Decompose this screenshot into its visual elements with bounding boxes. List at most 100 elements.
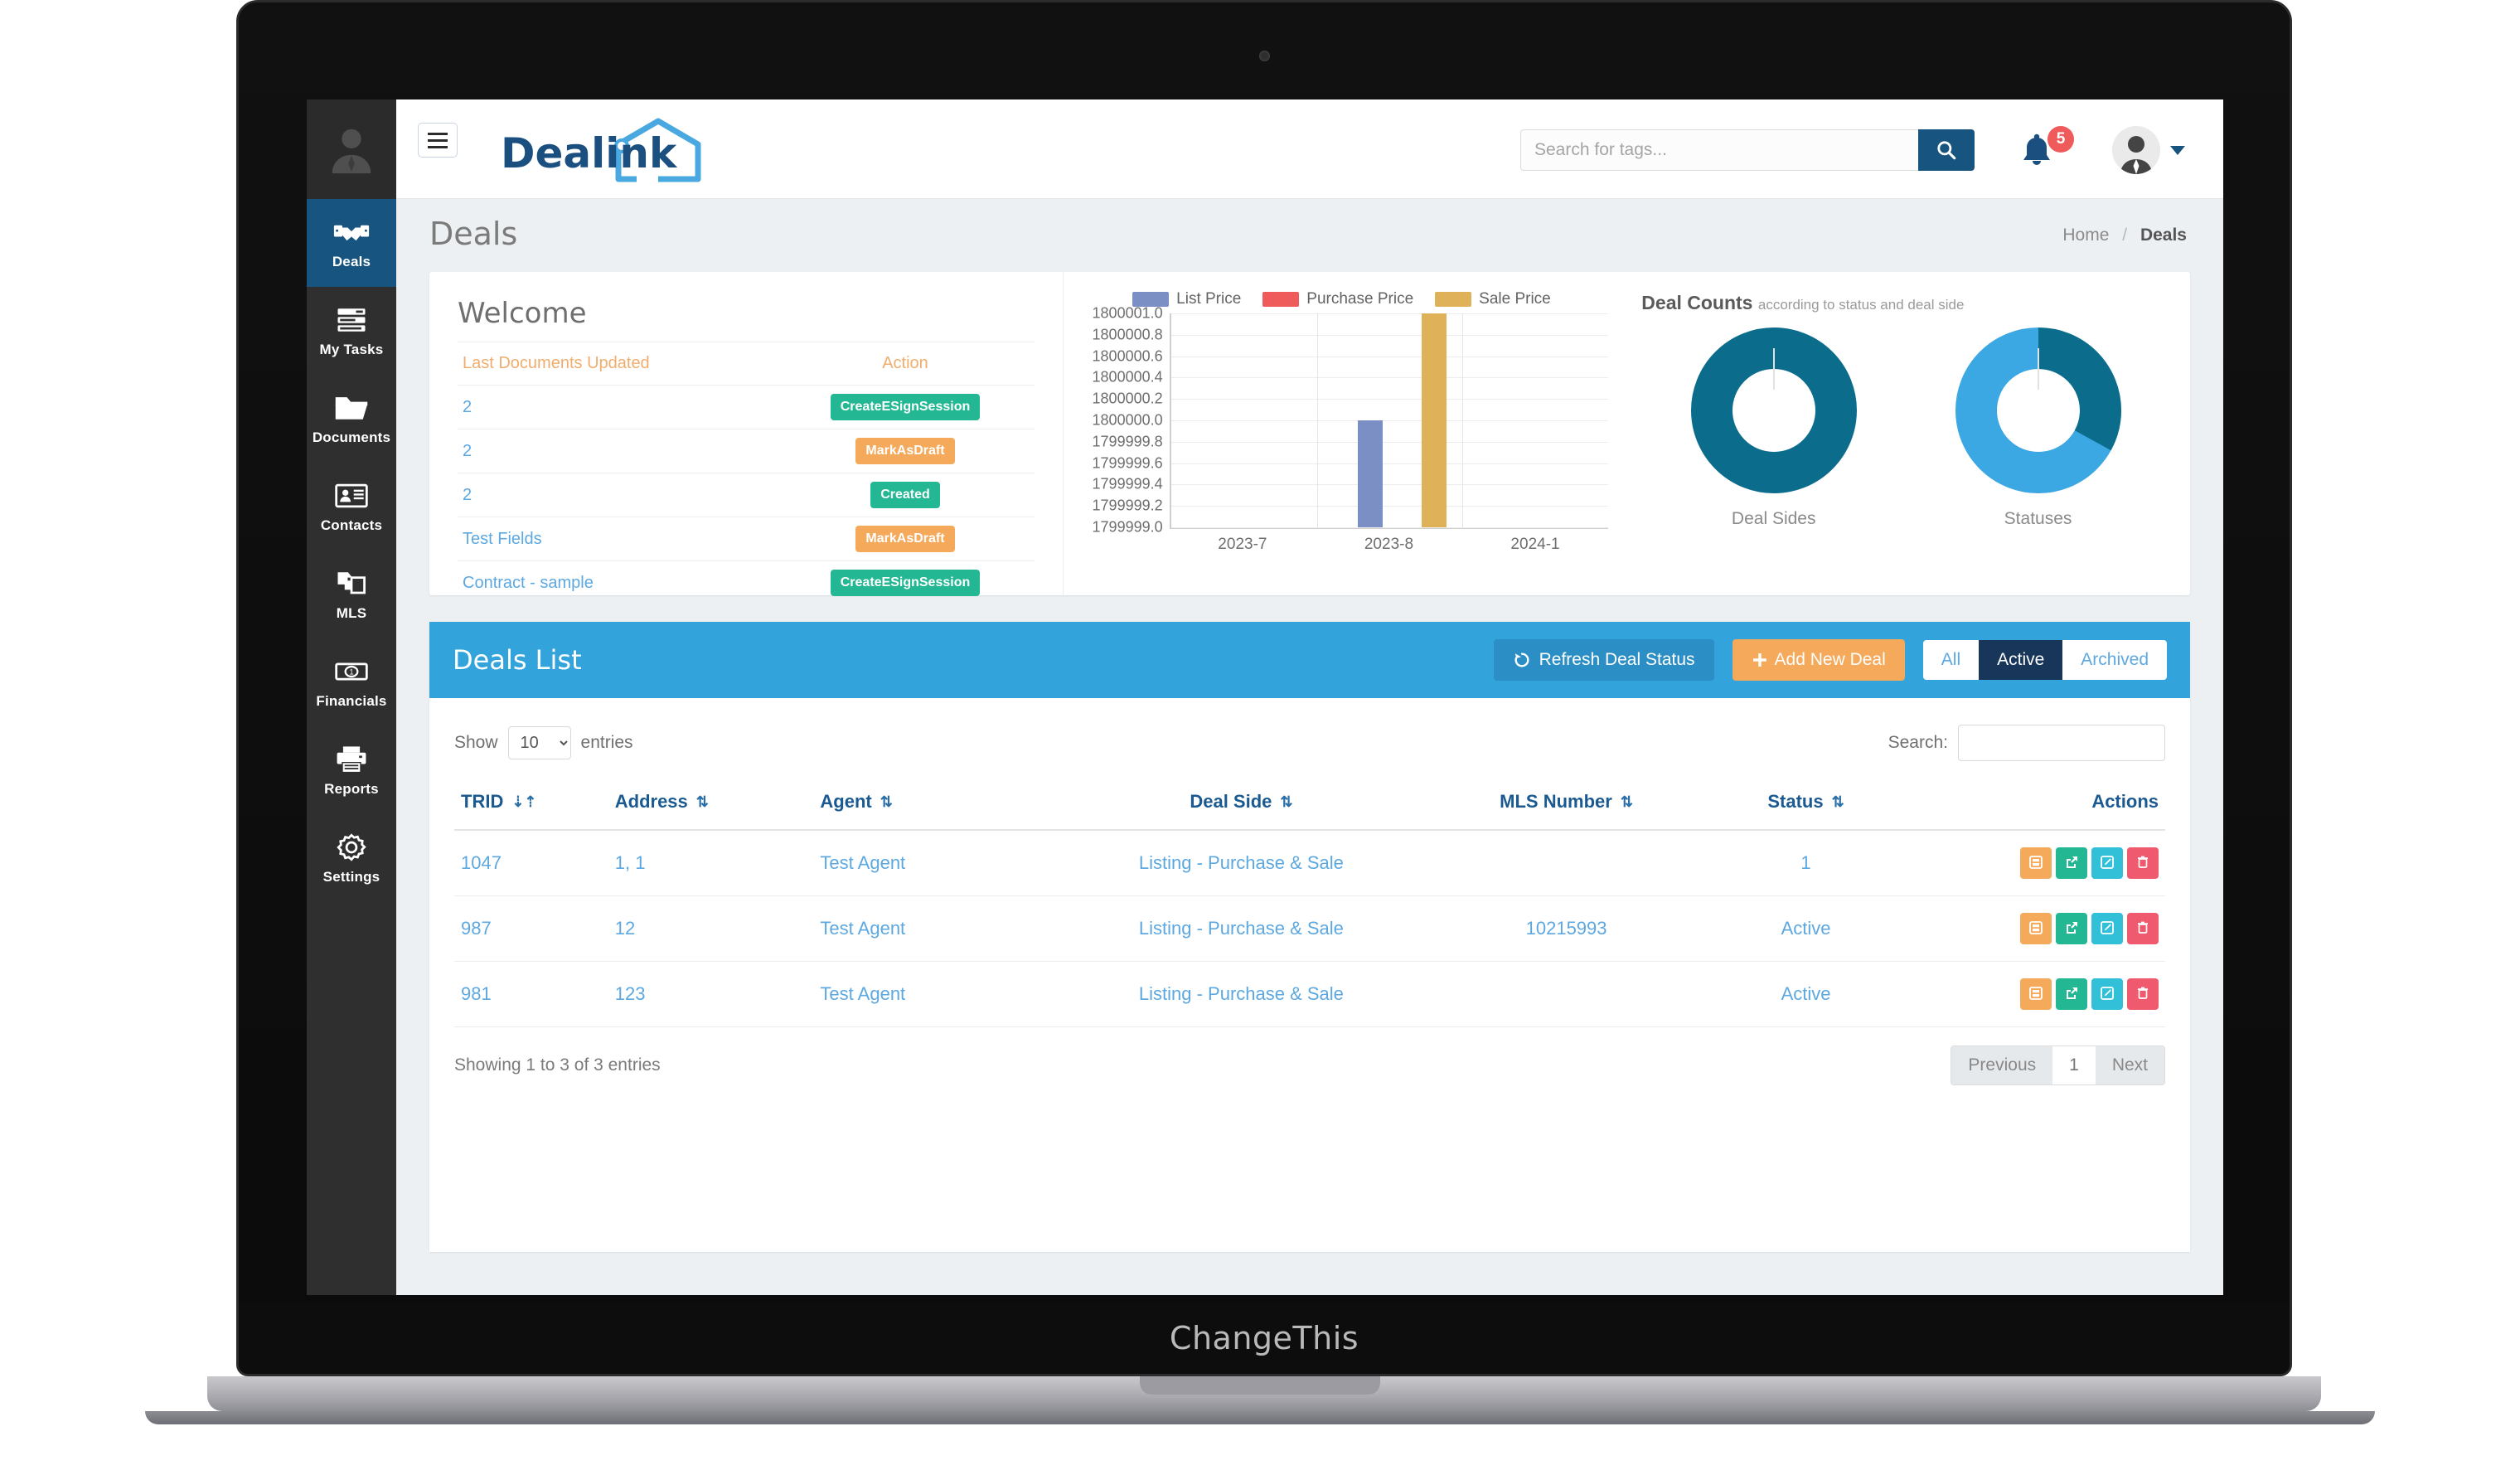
column-header-mls-number[interactable]: MLS Number ⇅ bbox=[1429, 778, 1703, 831]
sidebar-item-label: Documents bbox=[312, 429, 391, 445]
deal-side-cell[interactable]: Listing - Purchase & Sale bbox=[1053, 961, 1430, 1027]
sidebar-item-contacts[interactable]: Contacts bbox=[307, 463, 396, 551]
edit-button[interactable] bbox=[2091, 847, 2123, 879]
filter-archived-button[interactable]: Archived bbox=[2062, 640, 2167, 680]
add-new-deal-button[interactable]: Add New Deal bbox=[1732, 639, 1905, 681]
hamburger-icon[interactable] bbox=[418, 123, 458, 158]
action-badge[interactable]: CreateESignSession bbox=[830, 394, 981, 420]
edit-button[interactable] bbox=[2091, 978, 2123, 1010]
action-badge[interactable]: CreateESignSession bbox=[830, 570, 981, 596]
laptop-foot bbox=[145, 1411, 2375, 1424]
delete-button[interactable] bbox=[2127, 978, 2159, 1010]
column-header-trid[interactable]: TRID ⇣⇡ bbox=[454, 778, 608, 831]
add-new-deal-label: Add New Deal bbox=[1774, 650, 1886, 669]
trid-cell[interactable]: 981 bbox=[454, 961, 608, 1027]
y-axis-tick-label: 1800000.8 bbox=[1092, 326, 1163, 343]
status-cell[interactable]: Active bbox=[1703, 895, 1909, 962]
address-cell[interactable]: 123 bbox=[608, 961, 814, 1027]
breadcrumb-home[interactable]: Home bbox=[2062, 226, 2109, 245]
refresh-deal-status-button[interactable]: Refresh Deal Status bbox=[1493, 639, 1714, 681]
table-row[interactable]: 981 123 Test Agent Listing - Purchase & Sal… bbox=[454, 961, 2165, 1027]
table-row[interactable]: 2 Created bbox=[458, 473, 1035, 517]
next-page-button[interactable]: Next bbox=[2095, 1046, 2164, 1084]
table-search-input[interactable] bbox=[1958, 725, 2165, 761]
document-name[interactable]: 2 bbox=[458, 429, 777, 473]
table-row[interactable]: 2 MarkAsDraft bbox=[458, 429, 1035, 473]
external-link-button[interactable] bbox=[2056, 978, 2087, 1010]
mls-number-cell[interactable] bbox=[1429, 961, 1703, 1027]
chart-bar[interactable] bbox=[1422, 313, 1447, 527]
x-axis-tick-label: 2023-8 bbox=[1364, 536, 1414, 553]
table-row[interactable]: 987 12 Test Agent Listing - Purchase & Sale… bbox=[454, 895, 2165, 962]
trid-cell[interactable]: 1047 bbox=[454, 830, 608, 896]
search-label: Search: bbox=[1888, 733, 1948, 752]
mls-number-cell[interactable] bbox=[1429, 830, 1703, 896]
user-menu[interactable] bbox=[2112, 126, 2185, 174]
deal-side-cell[interactable]: Listing - Purchase & Sale bbox=[1053, 830, 1430, 896]
deal-sides-donut[interactable]: Deal Sides bbox=[1690, 327, 1857, 529]
table-row[interactable]: 1047 1, 1 Test Agent Listing - Purchase & S… bbox=[454, 830, 2165, 896]
archive-button[interactable] bbox=[2020, 847, 2052, 879]
column-header-address[interactable]: Address ⇅ bbox=[608, 778, 814, 831]
delete-button[interactable] bbox=[2127, 847, 2159, 879]
laptop-brand-strip: ChangeThis bbox=[239, 1303, 2290, 1374]
agent-cell[interactable]: Test Agent bbox=[813, 895, 1054, 962]
filter-active-button[interactable]: Active bbox=[1979, 640, 2063, 680]
table-row[interactable]: Test Fields MarkAsDraft bbox=[458, 517, 1035, 561]
action-badge[interactable]: Created bbox=[870, 482, 940, 508]
donut-label: Statuses bbox=[2004, 509, 2072, 528]
column-header-deal-side[interactable]: Deal Side ⇅ bbox=[1053, 778, 1430, 831]
deal-side-cell[interactable]: Listing - Purchase & Sale bbox=[1053, 895, 1430, 962]
search-button[interactable] bbox=[1918, 129, 1975, 171]
status-cell[interactable]: 1 bbox=[1703, 830, 1909, 896]
column-header-agent[interactable]: Agent ⇅ bbox=[813, 778, 1054, 831]
document-name[interactable]: 2 bbox=[458, 473, 777, 517]
sidebar-item-documents[interactable]: Documents bbox=[307, 375, 396, 463]
status-cell[interactable]: Active bbox=[1703, 961, 1909, 1027]
y-axis-tick-label: 1800001.0 bbox=[1092, 304, 1163, 322]
address-cell[interactable]: 1, 1 bbox=[608, 830, 814, 896]
action-badge[interactable]: MarkAsDraft bbox=[855, 438, 955, 464]
external-link-button[interactable] bbox=[2056, 913, 2087, 944]
sidebar-item-my-tasks[interactable]: My Tasks bbox=[307, 287, 396, 375]
dashboard-card: Welcome Last Documents Updated Action 2 bbox=[429, 272, 2190, 604]
archive-button[interactable] bbox=[2020, 913, 2052, 944]
action-badge[interactable]: MarkAsDraft bbox=[855, 526, 955, 552]
agent-cell[interactable]: Test Agent bbox=[813, 830, 1054, 896]
filter-all-button[interactable]: All bbox=[1922, 640, 1980, 680]
statuses-donut[interactable]: Statuses bbox=[1955, 327, 2121, 529]
sidebar-item-deals[interactable]: Deals bbox=[307, 199, 396, 287]
sidebar-item-financials[interactable]: 1 Financials bbox=[307, 638, 396, 726]
donut-charts-row: Deal Sides Statuses bbox=[1641, 327, 2170, 529]
agent-cell[interactable]: Test Agent bbox=[813, 961, 1054, 1027]
mls-number-cell[interactable]: 10215993 bbox=[1429, 895, 1703, 962]
archive-button[interactable] bbox=[2020, 978, 2052, 1010]
sidebar-item-reports[interactable]: Reports bbox=[307, 726, 396, 814]
delete-button[interactable] bbox=[2127, 913, 2159, 944]
legend-item-sale-price[interactable]: Sale Price bbox=[1435, 290, 1551, 308]
sidebar-profile bbox=[307, 99, 396, 199]
table-row[interactable]: 2 CreateESignSession bbox=[458, 385, 1035, 429]
legend-item-purchase-price[interactable]: Purchase Price bbox=[1262, 290, 1413, 308]
edit-button[interactable] bbox=[2091, 913, 2123, 944]
address-cell[interactable]: 12 bbox=[608, 895, 814, 962]
trid-cell[interactable]: 987 bbox=[454, 895, 608, 962]
page-number-button[interactable]: 1 bbox=[2052, 1046, 2096, 1084]
sidebar-item-settings[interactable]: Settings bbox=[307, 814, 396, 902]
sidebar-item-mls[interactable]: MLS bbox=[307, 551, 396, 638]
document-name[interactable]: Contract - sample bbox=[458, 560, 777, 604]
chart-bar[interactable] bbox=[1357, 420, 1383, 527]
page-size-select[interactable]: 102550100 bbox=[507, 726, 571, 759]
deal-counts-panel: Deal Counts according to status and deal… bbox=[1626, 272, 2190, 595]
app-logo[interactable]: Dealink bbox=[496, 116, 711, 192]
previous-page-button[interactable]: Previous bbox=[1951, 1046, 2053, 1084]
search-input[interactable] bbox=[1520, 129, 1918, 171]
donut-chart-icon bbox=[1690, 327, 1857, 493]
external-link-button[interactable] bbox=[2056, 847, 2087, 879]
tag-search-form bbox=[1520, 129, 1975, 171]
welcome-title: Welcome bbox=[458, 297, 587, 330]
table-row[interactable]: Contract - sample CreateESignSession bbox=[458, 560, 1035, 604]
document-name[interactable]: Test Fields bbox=[458, 517, 777, 561]
column-header-status[interactable]: Status ⇅ bbox=[1703, 778, 1909, 831]
document-name[interactable]: 2 bbox=[458, 385, 777, 429]
